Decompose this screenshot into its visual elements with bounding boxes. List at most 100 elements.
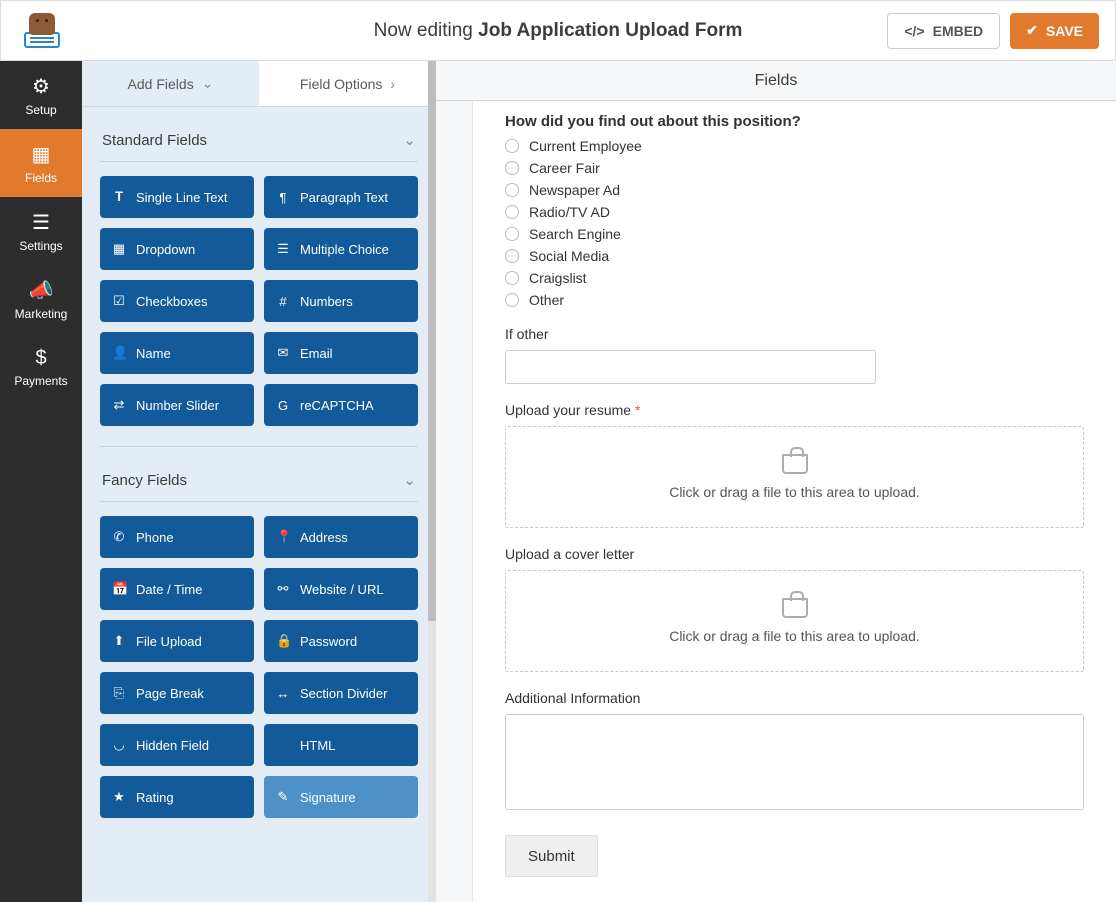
radio-icon	[505, 139, 519, 153]
tab-add-fields[interactable]: Add Fields ⌄	[82, 61, 259, 106]
app-logo	[17, 6, 67, 56]
nav-payments[interactable]: $Payments	[0, 333, 82, 401]
field-name[interactable]: 👤Name	[100, 332, 254, 374]
chevron-right-icon: ›	[390, 76, 395, 92]
save-button[interactable]: ✔ SAVE	[1010, 13, 1099, 49]
chevron-down-icon: ⌄	[403, 471, 416, 489]
check-icon: ✔	[1026, 22, 1038, 39]
field-page-break[interactable]: ⎘Page Break	[100, 672, 254, 714]
embed-button[interactable]: </> EMBED	[887, 13, 1000, 49]
nav-fields[interactable]: ▦Fields	[0, 129, 82, 197]
nav-marketing[interactable]: 📣Marketing	[0, 265, 82, 333]
slider-icon: ⇄	[112, 397, 126, 413]
field-address[interactable]: 📍Address	[264, 516, 418, 558]
radio-search-engine[interactable]: Search Engine	[505, 226, 1084, 242]
hidden-icon: ◡	[112, 737, 126, 753]
setup-icon: ⚙	[32, 74, 50, 99]
if-other-label: If other	[505, 326, 1084, 342]
divider-icon: ↔	[276, 686, 290, 701]
chevron-down-icon: ⌄	[403, 131, 416, 149]
sidebar-scrollbar[interactable]	[428, 61, 436, 902]
field-section-divider[interactable]: ↔Section Divider	[264, 672, 418, 714]
question-label: How did you find out about this position…	[505, 113, 1084, 130]
numbers-icon: #	[276, 294, 290, 309]
page-title: Now editing Job Application Upload Form	[374, 20, 743, 42]
settings-icon: ☰	[32, 210, 50, 235]
field-password[interactable]: 🔒Password	[264, 620, 418, 662]
rating-icon: ★	[112, 789, 126, 805]
radio-other[interactable]: Other	[505, 292, 1084, 308]
field-dropdown[interactable]: ▦Dropdown	[100, 228, 254, 270]
payments-icon: $	[35, 347, 46, 370]
radio-craigslist[interactable]: Craigslist	[505, 270, 1084, 286]
cover-dropzone[interactable]: Click or drag a file to this area to upl…	[505, 570, 1084, 672]
password-icon: 🔒	[276, 633, 290, 649]
upload-resume-label: Upload your resume *	[505, 402, 1084, 418]
radio-social-media[interactable]: Social Media	[505, 248, 1084, 264]
radio-icon	[505, 293, 519, 307]
if-other-input[interactable]	[505, 350, 876, 384]
fields-icon: ▦	[32, 142, 51, 167]
field-website-url[interactable]: ⚯Website / URL	[264, 568, 418, 610]
text-icon: 𝐓	[112, 189, 126, 205]
dropdown-icon: ▦	[112, 241, 126, 257]
section-standard-fields[interactable]: Standard Fields⌄	[100, 107, 418, 162]
name-icon: 👤	[112, 345, 126, 361]
checkboxes-icon: ☑	[112, 293, 126, 309]
upload-icon	[782, 454, 808, 474]
field-number-slider[interactable]: ⇄Number Slider	[100, 384, 254, 426]
radio-career-fair[interactable]: Career Fair	[505, 160, 1084, 176]
radio-current-employee[interactable]: Current Employee	[505, 138, 1084, 154]
submit-button[interactable]: Submit	[505, 835, 598, 877]
additional-info-textarea[interactable]	[505, 714, 1084, 810]
date-icon: 📅	[112, 581, 126, 597]
upload-icon	[782, 598, 808, 618]
tab-field-options[interactable]: Field Options ›	[259, 61, 436, 106]
url-icon: ⚯	[276, 581, 290, 597]
field-recaptcha[interactable]: GreCAPTCHA	[264, 384, 418, 426]
preview-header: Fields	[436, 61, 1116, 101]
field-hidden-field[interactable]: ◡Hidden Field	[100, 724, 254, 766]
field-single-line-text[interactable]: 𝐓Single Line Text	[100, 176, 254, 218]
nav-settings[interactable]: ☰Settings	[0, 197, 82, 265]
fields-sidebar: Add Fields ⌄ Field Options › Standard Fi…	[82, 61, 436, 902]
field-phone[interactable]: ✆Phone	[100, 516, 254, 558]
upload-cover-label: Upload a cover letter	[505, 546, 1084, 562]
field-file-upload[interactable]: ⬆File Upload	[100, 620, 254, 662]
field-paragraph-text[interactable]: ¶Paragraph Text	[264, 176, 418, 218]
radio-icon	[505, 161, 519, 175]
field-html[interactable]: HTML	[264, 724, 418, 766]
top-bar: Now editing Job Application Upload Form …	[0, 0, 1116, 61]
preview-panel: Fields How did you find out about this p…	[436, 61, 1116, 902]
vertical-nav: ⚙Setup▦Fields☰Settings📣Marketing$Payment…	[0, 61, 82, 902]
radio-icon	[505, 227, 519, 241]
field-checkboxes[interactable]: ☑Checkboxes	[100, 280, 254, 322]
address-icon: 📍	[276, 529, 290, 545]
recaptcha-icon: G	[276, 398, 290, 413]
field-numbers[interactable]: #Numbers	[264, 280, 418, 322]
radio-icon	[505, 271, 519, 285]
paragraph-icon: ¶	[276, 190, 290, 205]
field-multiple-choice[interactable]: ☰Multiple Choice	[264, 228, 418, 270]
field-date-time[interactable]: 📅Date / Time	[100, 568, 254, 610]
radio-icon	[505, 249, 519, 263]
section-fancy-fields[interactable]: Fancy Fields⌄	[100, 446, 418, 502]
radio-icon	[505, 183, 519, 197]
multiple-choice-icon: ☰	[276, 241, 290, 257]
field-rating[interactable]: ★Rating	[100, 776, 254, 818]
field-email[interactable]: ✉Email	[264, 332, 418, 374]
code-icon: </>	[904, 23, 924, 39]
pagebreak-icon: ⎘	[112, 685, 126, 701]
resume-dropzone[interactable]: Click or drag a file to this area to upl…	[505, 426, 1084, 528]
radio-radio-tv-ad[interactable]: Radio/TV AD	[505, 204, 1084, 220]
radio-newspaper-ad[interactable]: Newspaper Ad	[505, 182, 1084, 198]
radio-icon	[505, 205, 519, 219]
upload-icon: ⬆	[112, 633, 126, 649]
field-signature[interactable]: ✎Signature	[264, 776, 418, 818]
additional-info-label: Additional Information	[505, 690, 1084, 706]
email-icon: ✉	[276, 345, 290, 361]
signature-icon: ✎	[276, 789, 290, 805]
marketing-icon: 📣	[29, 278, 54, 303]
phone-icon: ✆	[112, 529, 126, 545]
nav-setup[interactable]: ⚙Setup	[0, 61, 82, 129]
